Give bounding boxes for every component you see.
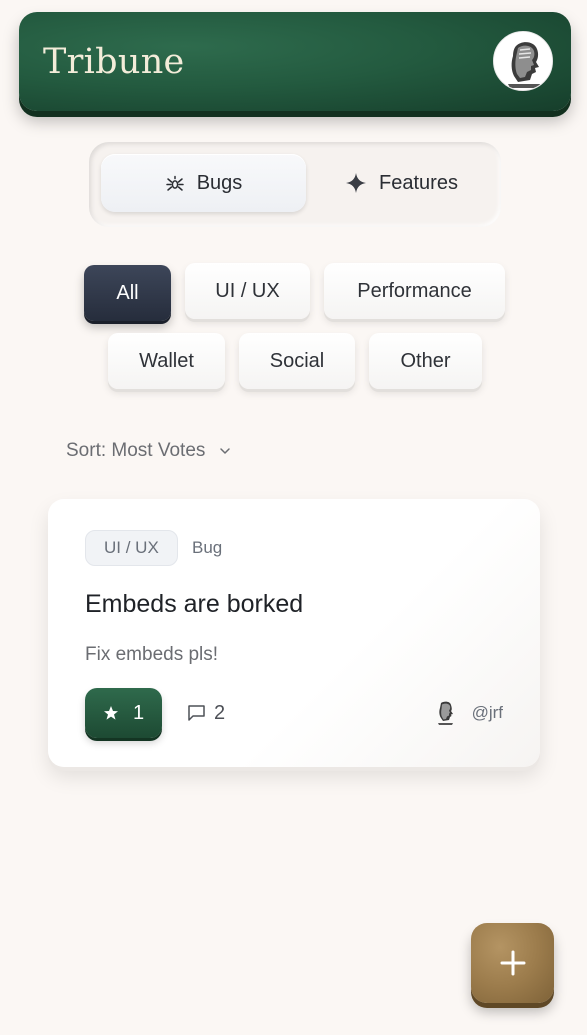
post-description: Fix embeds pls! xyxy=(85,644,219,665)
author-handle: @jrf xyxy=(471,703,503,722)
filter-chip-label: Other xyxy=(400,349,451,372)
user-avatar[interactable] xyxy=(493,31,553,91)
filter-chip-social[interactable]: Social xyxy=(239,333,355,389)
star-icon xyxy=(103,706,118,720)
comment-count: 2 xyxy=(214,701,226,724)
filter-chip-all[interactable]: All xyxy=(84,265,171,321)
vote-button[interactable]: 1 xyxy=(85,688,162,738)
bust-avatar-icon xyxy=(437,701,453,725)
app-page: Tribune Bugs Features All UI / UX Perfor… xyxy=(0,0,587,1035)
post-type-label: Bug xyxy=(192,538,223,557)
post-title: Embeds are borked xyxy=(85,590,304,618)
filter-chip-label: Performance xyxy=(357,279,472,302)
tab-bugs[interactable]: Bugs xyxy=(101,154,306,212)
post-author[interactable]: @jrf xyxy=(434,700,503,726)
author-avatar xyxy=(434,700,458,726)
filter-chip-label: UI / UX xyxy=(215,279,280,302)
sort-label: Sort: Most Votes xyxy=(66,440,206,461)
tab-features[interactable]: Features xyxy=(299,154,504,212)
filter-chip-performance[interactable]: Performance xyxy=(324,263,505,319)
sparkle-icon xyxy=(346,173,367,193)
filter-chip-wallet[interactable]: Wallet xyxy=(108,333,225,389)
category-tag: UI / UX xyxy=(85,530,178,566)
app-header: Tribune xyxy=(19,12,571,111)
brand-title: Tribune xyxy=(43,42,185,82)
category-tag-label: UI / UX xyxy=(104,538,159,557)
vote-count: 1 xyxy=(132,701,145,724)
filter-chip-label: All xyxy=(116,281,139,304)
filter-chip-other[interactable]: Other xyxy=(369,333,482,389)
comments-button[interactable]: 2 xyxy=(187,700,225,726)
post-card[interactable]: UI / UX Bug Embeds are borked Fix embeds… xyxy=(48,499,540,767)
tab-bugs-label: Bugs xyxy=(196,171,243,194)
bug-icon xyxy=(165,175,184,191)
type-segmented-control: Bugs Features xyxy=(89,142,501,227)
comment-icon xyxy=(188,705,205,721)
bust-avatar-icon xyxy=(494,32,552,90)
filter-chip-label: Social xyxy=(269,349,325,372)
filter-chip-label: Wallet xyxy=(139,349,194,372)
new-post-button[interactable] xyxy=(471,923,554,1003)
plus-icon xyxy=(500,950,525,976)
filter-chip-ui-ux[interactable]: UI / UX xyxy=(185,263,310,319)
tab-features-label: Features xyxy=(379,171,458,194)
chevron-down-icon xyxy=(220,448,231,454)
sort-dropdown[interactable]: Sort: Most Votes xyxy=(66,438,231,464)
